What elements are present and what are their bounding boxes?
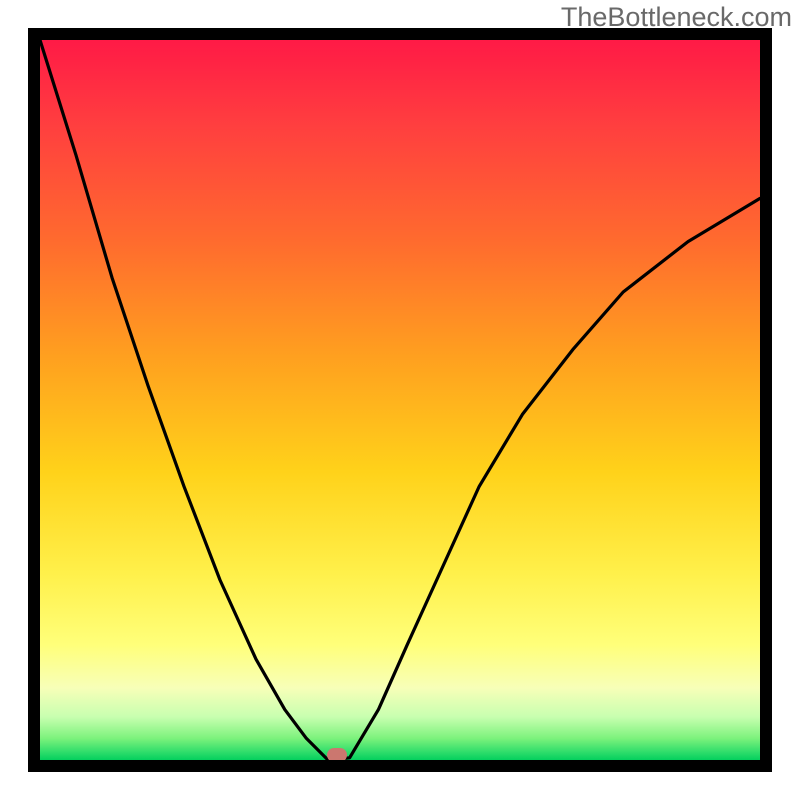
bottleneck-curve	[40, 40, 760, 760]
plot-area	[40, 40, 760, 760]
black-frame	[28, 28, 772, 772]
min-marker	[327, 748, 347, 760]
figure: TheBottleneck.com	[0, 0, 800, 800]
